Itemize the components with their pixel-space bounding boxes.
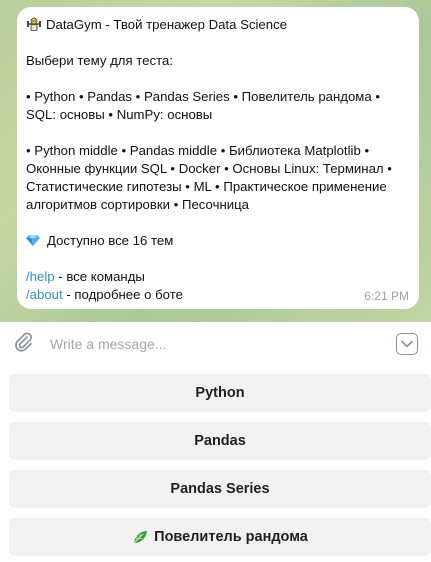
chevron-down-icon[interactable] [396,333,418,355]
help-description: - все команды [54,269,145,284]
keyboard-button-label: Повелитель рандома [154,529,308,545]
prompt-text: Выбери тему для теста: [26,53,173,68]
keyboard-button-pandas[interactable]: Pandas [9,422,431,460]
message-composer [0,322,431,366]
about-command-link[interactable]: /about [26,287,63,302]
message-timestamp: 6:21 PM [364,289,409,303]
topics-line: • Python • Pandas • Pandas Series • Пове… [26,89,380,104]
reply-keyboard: Python Pandas Pandas Series Повелитель р… [0,366,431,562]
keyboard-button-label: Pandas [194,433,246,449]
about-description: - подробнее о боте [62,287,183,302]
gym-robot-icon [26,16,42,32]
topics-line: Оконные функции SQL • Docker • Основы Li… [26,161,392,176]
topics-line: алгоритмов сортировки • Песочница [26,197,249,212]
topics-line: Статистические гипотезы • ML • Практичес… [26,179,387,194]
keyboard-button-python[interactable]: Python [9,374,431,412]
message-input[interactable] [50,336,396,352]
paperclip-icon[interactable] [13,331,50,358]
topics-line: SQL: основы • NumPy: основы [26,107,213,122]
keyboard-button-label: Pandas Series [170,481,270,497]
keyboard-button-label: Python [195,385,245,401]
gem-icon [26,233,40,247]
available-topics-text: Доступно все 16 тем [47,233,174,248]
keyboard-button-random-master[interactable]: Повелитель рандома [9,518,431,556]
topics-line: • Python middle • Pandas middle • Библио… [26,143,370,158]
leaf-icon [132,529,148,545]
help-command-link[interactable]: /help [26,269,55,284]
keyboard-button-pandas-series[interactable]: Pandas Series [9,470,431,508]
message-title: DataGym - Твой тренажер Data Science [46,17,288,32]
bot-message: DataGym - Твой тренажер Data Science Выб… [17,7,419,309]
